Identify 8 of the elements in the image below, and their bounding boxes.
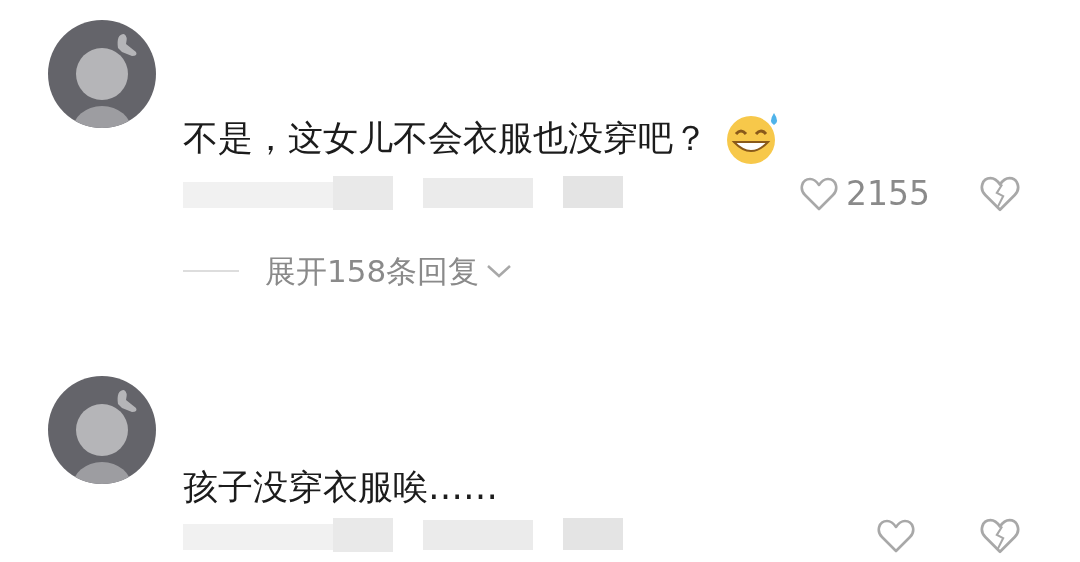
comment-text: 孩子没穿衣服唉…… xyxy=(183,466,498,508)
broken-heart-icon[interactable] xyxy=(980,175,1020,213)
comment-text: 不是，这女儿不会衣服也没穿吧？ xyxy=(183,117,708,159)
broken-heart-icon[interactable] xyxy=(980,517,1020,555)
expand-replies-button[interactable]: 展开158条回复 xyxy=(265,247,514,295)
like-icon[interactable] xyxy=(877,518,915,554)
like-icon[interactable] xyxy=(800,176,838,212)
like-count: 2155 xyxy=(846,173,930,216)
